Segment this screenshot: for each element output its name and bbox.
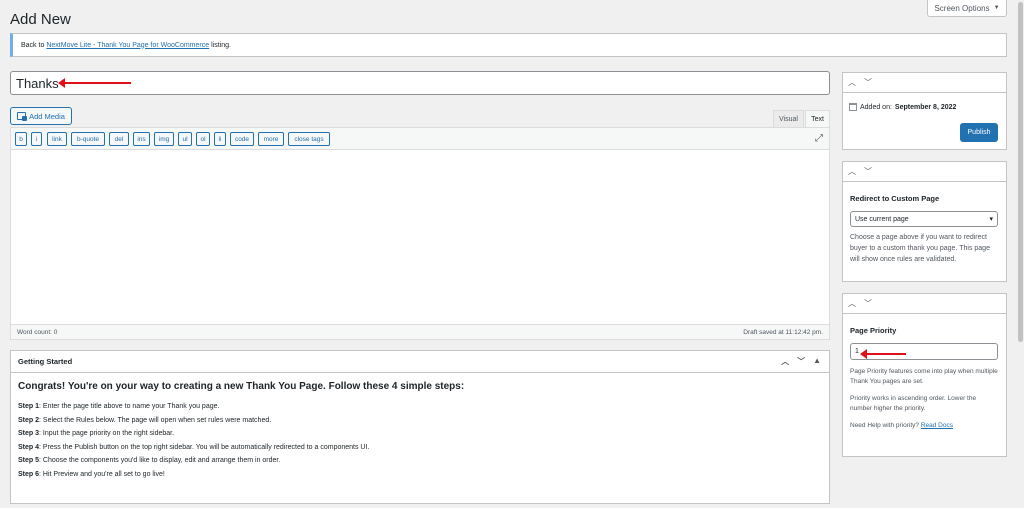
notice: Back to NextMove Lite - Thank You Page f… — [10, 33, 1007, 57]
step-label: Step 1 — [18, 403, 40, 410]
chevron-down-icon: ▾ — [989, 216, 993, 223]
move-down-icon[interactable]: ﹀ — [864, 298, 872, 309]
publish-box-handle: ︿ ﹀ — [843, 73, 1006, 93]
tab-text[interactable]: Text — [805, 110, 830, 127]
publish-box: ︿ ﹀ Added on: September 8, 2022 Publish — [842, 72, 1007, 150]
word-count: Word count: 0 — [17, 328, 58, 336]
quicktag-ul[interactable]: ul — [178, 132, 192, 146]
scrollbar-thumb[interactable] — [1018, 2, 1023, 342]
step-text: : Press the Publish button on the top ri… — [39, 443, 370, 451]
quicktag-ol[interactable]: ol — [196, 132, 210, 146]
media-icon — [17, 112, 28, 121]
getting-started-box: Getting Started ︿ ﹀ ▲ Congrats! You're o… — [10, 350, 830, 504]
added-on: Added on: September 8, 2022 — [849, 103, 1006, 111]
step-item: Step 1: Enter the page title above to na… — [18, 400, 822, 414]
quicktags-toolbar: b i link b-quote del ins img ul ol li co… — [11, 128, 829, 150]
quicktag-link[interactable]: link — [47, 132, 67, 146]
added-on-label: Added on: — [860, 103, 892, 111]
add-media-button[interactable]: Add Media — [10, 107, 72, 125]
redirect-box-handle: ︿ ﹀ — [843, 162, 1006, 182]
step-item: Step 6: Hit Preview and you're all set t… — [18, 468, 822, 482]
getting-started-header: Getting Started ︿ ﹀ ▲ — [11, 351, 829, 373]
step-text: : Hit Preview and you're all set to go l… — [39, 470, 165, 478]
redirect-page-select[interactable]: Use current page ▾ — [850, 211, 998, 227]
quicktag-img[interactable]: img — [154, 132, 174, 146]
quicktag-bold[interactable]: b — [15, 132, 27, 146]
quicktag-ins[interactable]: ins — [133, 132, 150, 146]
redirect-box: ︿ ﹀ Redirect to Custom Page Use current … — [842, 161, 1007, 282]
collapse-icon[interactable]: ▲ — [813, 356, 821, 367]
quicktag-del[interactable]: del — [109, 132, 129, 146]
quicktag-bquote[interactable]: b-quote — [71, 132, 105, 146]
screen-options-label: Screen Options — [934, 3, 990, 13]
read-docs-link[interactable]: Read Docs — [921, 422, 953, 429]
priority-box-handle: ︿ ﹀ — [843, 294, 1006, 314]
quicktag-li[interactable]: li — [214, 132, 226, 146]
step-label: Step 2 — [18, 416, 40, 424]
step-item: Step 4: Press the Publish button on the … — [18, 441, 822, 455]
step-item: Step 5: Choose the components you'd like… — [18, 454, 822, 468]
page-scrollbar[interactable] — [1017, 0, 1024, 508]
notice-link[interactable]: NextMove Lite - Thank You Page for WooCo… — [46, 42, 209, 49]
editor[interactable]: b i link b-quote del ins img ul ol li co… — [10, 127, 830, 340]
draft-saved-status: Draft saved at 11:12:42 pm. — [743, 328, 823, 336]
priority-help-2: Priority works in ascending order. Lower… — [850, 395, 977, 412]
quicktag-code[interactable]: code — [230, 132, 254, 146]
priority-help-1: Page Priority features come into play wh… — [850, 368, 998, 385]
step-item: Step 3: Input the page priority on the r… — [18, 427, 822, 441]
calendar-icon — [849, 103, 857, 111]
getting-started-title: Getting Started — [18, 357, 73, 366]
move-up-icon[interactable]: ︿ — [848, 77, 856, 88]
annotation-arrow — [860, 349, 906, 359]
step-text: : Enter the page title above to name you… — [39, 403, 220, 410]
step-label: Step 5 — [18, 457, 40, 464]
added-on-date: September 8, 2022 — [894, 103, 957, 111]
page-title: Add New — [10, 11, 71, 28]
redirect-selected-value: Use current page — [855, 215, 909, 223]
step-label: Step 6 — [18, 470, 40, 478]
priority-help-3: Need Help with priority? Read Docs — [850, 421, 999, 431]
fullscreen-icon[interactable]: ⤢ — [815, 133, 823, 144]
move-down-icon[interactable]: ﹀ — [864, 166, 872, 177]
move-up-icon[interactable]: ︿ — [781, 356, 789, 367]
annotation-arrow — [58, 78, 131, 88]
move-down-icon[interactable]: ﹀ — [797, 356, 805, 367]
step-item: Step 2: Select the Rules below. The page… — [18, 414, 822, 428]
priority-help-text: Need Help with priority? — [850, 422, 920, 429]
step-text: : Select the Rules below. The page will … — [39, 416, 272, 424]
notice-prefix: Back to — [21, 41, 45, 49]
caret-down-icon: ▼ — [993, 5, 1000, 11]
post-title-input[interactable]: Thanks — [10, 71, 830, 95]
priority-value: 1 — [855, 348, 859, 355]
tab-visual[interactable]: Visual — [773, 110, 804, 127]
quicktag-italic[interactable]: i — [31, 132, 42, 146]
redirect-title: Redirect to Custom Page — [850, 194, 940, 203]
priority-title: Page Priority — [850, 326, 897, 335]
step-label: Step 4 — [18, 443, 40, 451]
quicktag-close-tags[interactable]: close tags — [288, 132, 330, 146]
editor-statusbar: Word count: 0 Draft saved at 11:12:42 pm… — [11, 324, 829, 339]
move-up-icon[interactable]: ︿ — [848, 166, 856, 177]
notice-suffix: listing. — [211, 41, 231, 49]
getting-started-heading: Congrats! You're on your way to creating… — [18, 381, 465, 392]
move-down-icon[interactable]: ﹀ — [864, 77, 872, 88]
redirect-help: Choose a page above if you want to redir… — [850, 234, 990, 263]
step-text: : Choose the components you'd like to di… — [39, 457, 281, 464]
add-media-label: Add Media — [29, 111, 65, 121]
step-text: : Input the page priority on the right s… — [39, 430, 175, 437]
move-up-icon[interactable]: ︿ — [848, 298, 856, 309]
quicktag-more[interactable]: more — [258, 132, 284, 146]
priority-input[interactable]: 1 — [850, 343, 998, 360]
post-title-value: Thanks — [16, 75, 59, 91]
step-label: Step 3 — [18, 430, 40, 437]
screen-options-button[interactable]: Screen Options ▼ — [927, 0, 1007, 17]
publish-button[interactable]: Publish — [960, 123, 998, 142]
priority-box: ︿ ﹀ Page Priority 1 Page Priority featur… — [842, 293, 1007, 457]
